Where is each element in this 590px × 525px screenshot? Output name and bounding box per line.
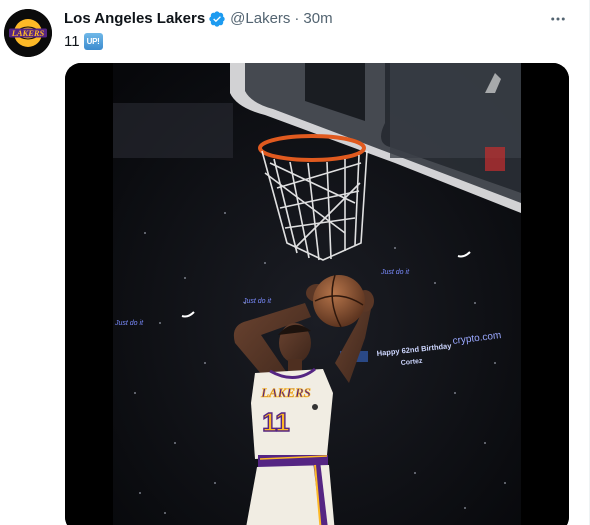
more-options-icon — [551, 17, 565, 21]
avatar[interactable]: LAKERS — [4, 9, 52, 57]
tweet: LAKERS Los Angeles Lakers @Lakers · 30m … — [0, 0, 590, 525]
tweet-timestamp[interactable]: 30m — [303, 9, 332, 29]
video-frame: Just do it Just do it Just do it Happy 6… — [65, 63, 569, 525]
tweet-text: 11 UP! — [64, 31, 103, 51]
ribbon-board-text-1: Just do it — [114, 320, 144, 327]
jersey-team-text: LAKERS — [260, 385, 311, 400]
avatar-logo-text: LAKERS — [11, 28, 45, 38]
verified-badge-icon — [209, 11, 225, 27]
ribbon-board-text-2: Just do it — [242, 298, 272, 305]
up-emoji-icon: UP! — [83, 32, 103, 50]
tweet-text-number: 11 — [64, 32, 80, 50]
ribbon-board-text-3: Just do it — [380, 269, 410, 276]
tweet-media-video[interactable]: Just do it Just do it Just do it Happy 6… — [65, 63, 569, 525]
lakers-logo: LAKERS — [4, 9, 52, 57]
more-options-button[interactable] — [547, 9, 569, 29]
display-name[interactable]: Los Angeles Lakers — [64, 9, 205, 29]
separator-dot: · — [294, 10, 300, 27]
jersey-number-text: 11 — [262, 407, 290, 437]
user-handle[interactable]: @Lakers — [230, 9, 290, 29]
tweet-header: Los Angeles Lakers @Lakers · 30m — [64, 9, 569, 29]
